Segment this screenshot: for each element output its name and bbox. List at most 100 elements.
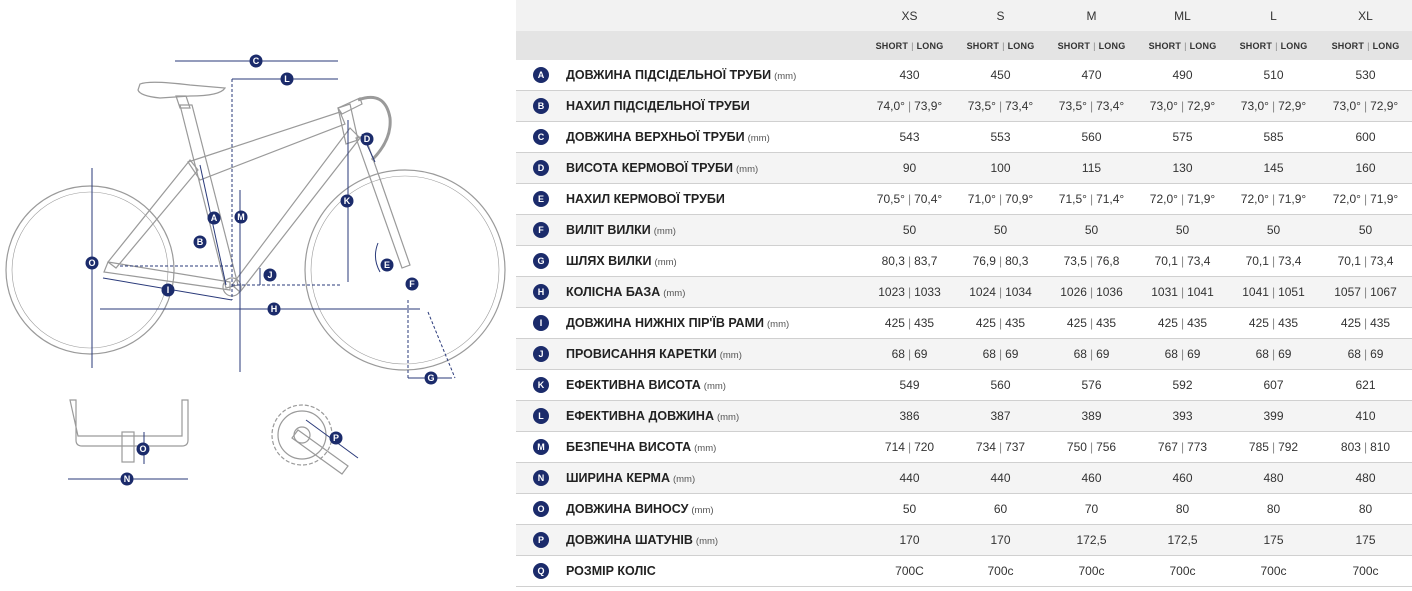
value-short: 700C xyxy=(895,564,924,578)
value-long: 73,4 xyxy=(1187,254,1211,268)
short-long-header: SHORT | LONG xyxy=(955,31,1046,60)
value-cell: 172,5 xyxy=(1137,524,1228,556)
value-short: 73,0° xyxy=(1240,99,1269,113)
separator: | xyxy=(1089,254,1094,268)
value-short: 510 xyxy=(1263,68,1284,82)
value-cell: 73,5 | 76,8 xyxy=(1046,245,1137,277)
value-long: 76,8 xyxy=(1096,254,1120,268)
value-short: 621 xyxy=(1355,378,1376,392)
diagram-label-badge: L xyxy=(280,72,294,86)
value-short: 592 xyxy=(1172,378,1193,392)
value-short: 393 xyxy=(1172,409,1193,423)
row-name-cell: ДОВЖИНА ПІДСІДЕЛЬНОЇ ТРУБИ (mm) xyxy=(566,60,864,91)
row-letter-cell: J xyxy=(516,338,566,370)
value-cell: 50 xyxy=(1319,214,1412,246)
value-cell: 576 xyxy=(1046,369,1137,401)
row-letter-cell: K xyxy=(516,369,566,401)
row-unit: (mm) xyxy=(767,319,790,330)
value-cell: 460 xyxy=(1137,462,1228,494)
row-letter-cell: O xyxy=(516,493,566,525)
bike-geometry-diagram: A B C D E F G H I J K L M N O O P xyxy=(0,0,515,591)
value-cell: 70,1 | 73,4 xyxy=(1228,245,1319,277)
value-cell: 386 xyxy=(864,400,955,432)
bike-drawing xyxy=(5,81,506,371)
diagram-label-badge: D xyxy=(360,132,374,146)
value-cell: 410 xyxy=(1319,400,1412,432)
diagram-label-text: K xyxy=(344,196,351,206)
value-cell: 50 xyxy=(864,214,955,246)
separator: | xyxy=(1271,254,1276,268)
value-cell: 480 xyxy=(1228,462,1319,494)
row-name: ПРОВИСАННЯ КАРЕТКИ xyxy=(566,347,717,361)
value-short: 425 xyxy=(1066,316,1087,330)
value-short: 71,0° xyxy=(967,192,996,206)
value-short: 1023 xyxy=(878,285,905,299)
value-short: 600 xyxy=(1355,130,1376,144)
separator: | xyxy=(907,99,912,113)
value-short: 785 xyxy=(1248,440,1269,454)
row-letter-cell: L xyxy=(516,400,566,432)
separator: | xyxy=(1271,192,1276,206)
value-short: 50 xyxy=(902,502,917,516)
value-cell: 170 xyxy=(955,524,1046,556)
value-long: 73,4° xyxy=(1096,99,1125,113)
value-cell: 560 xyxy=(955,369,1046,401)
value-short: 73,5° xyxy=(967,99,996,113)
row-name-cell: ЕФЕКТИВНА ВИСОТА (mm) xyxy=(566,369,864,401)
value-short: 80 xyxy=(1358,502,1373,516)
value-short: 480 xyxy=(1263,471,1284,485)
value-cell: 803 | 810 xyxy=(1319,431,1412,463)
drop-bar xyxy=(357,95,392,162)
diagram-label-text: O xyxy=(88,258,95,268)
value-cell: 68 | 69 xyxy=(1319,338,1412,370)
value-long: 1036 xyxy=(1096,285,1123,299)
value-short: 543 xyxy=(899,130,920,144)
value-cell: 72,0° | 71,9° xyxy=(1319,183,1412,215)
table-row: C ДОВЖИНА ВЕРХНЬОЇ ТРУБИ (mm) 543 553 560 575 5… xyxy=(516,121,1412,153)
value-cell: 50 xyxy=(1228,214,1319,246)
separator: | xyxy=(998,254,1003,268)
value-cell: 543 xyxy=(864,121,955,153)
diagram-label-text: O xyxy=(139,444,146,454)
value-short: 430 xyxy=(899,68,920,82)
diagram-label-badge: M xyxy=(234,210,248,224)
row-name-cell: НАХИЛ ПІДСІДЕЛЬНОЇ ТРУБИ xyxy=(566,90,864,122)
short-long-header: SHORT | LONG xyxy=(1137,31,1228,60)
value-short: 68 xyxy=(1255,347,1269,361)
value-cell: 700c xyxy=(1228,555,1319,587)
separator: | xyxy=(1180,192,1185,206)
separator: | xyxy=(907,285,912,299)
separator: | xyxy=(998,285,1003,299)
value-long: 435 xyxy=(1370,316,1391,330)
separator: | xyxy=(1184,40,1187,51)
long-label: LONG xyxy=(1372,40,1400,51)
separator: | xyxy=(1275,40,1278,51)
row-name-cell: ВИСОТА КЕРМОВОЇ ТРУБИ (mm) xyxy=(566,152,864,184)
down-tube xyxy=(231,127,361,293)
row-name-cell: ШЛЯХ ВИЛКИ (mm) xyxy=(566,245,864,277)
value-cell: 80 xyxy=(1137,493,1228,525)
value-cell: 115 xyxy=(1046,152,1137,184)
value-cell: 68 | 69 xyxy=(1046,338,1137,370)
row-letter-badge: C xyxy=(533,129,549,145)
value-short: 72,0° xyxy=(1332,192,1361,206)
table-row: B НАХИЛ ПІДСІДЕЛЬНОЇ ТРУБИ 74,0° | 73,9° 73,5… xyxy=(516,90,1412,122)
table-row: F ВИЛІТ ВИЛКИ (mm) 50 50 50 50 50 50 xyxy=(516,214,1412,246)
value-cell: 490 xyxy=(1137,60,1228,91)
value-short: 172,5 xyxy=(1076,533,1107,547)
table-row: Q РОЗМІР КОЛІС 700C 700c 700c 700c 700c 700c xyxy=(516,555,1412,587)
row-name: РОЗМІР КОЛІС xyxy=(566,564,656,578)
row-name: ВИСОТА КЕРМОВОЇ ТРУБИ xyxy=(566,161,733,175)
value-short: 480 xyxy=(1355,471,1376,485)
value-long: 1033 xyxy=(914,285,941,299)
crankset-detail xyxy=(271,404,359,475)
value-short: 560 xyxy=(1081,130,1102,144)
table-row: M БЕЗПЕЧНА ВИСОТА (mm) 714 | 720 734 | 737 750 | 75… xyxy=(516,431,1412,463)
value-short: 72,0° xyxy=(1240,192,1269,206)
row-letter-cell: B xyxy=(516,90,566,122)
diagram-label-text: E xyxy=(384,260,390,270)
value-short: 387 xyxy=(990,409,1011,423)
top-tube xyxy=(187,111,346,181)
row-letter-cell: Q xyxy=(516,555,566,587)
row-name-cell: ВИЛІТ ВИЛКИ (mm) xyxy=(566,214,864,246)
